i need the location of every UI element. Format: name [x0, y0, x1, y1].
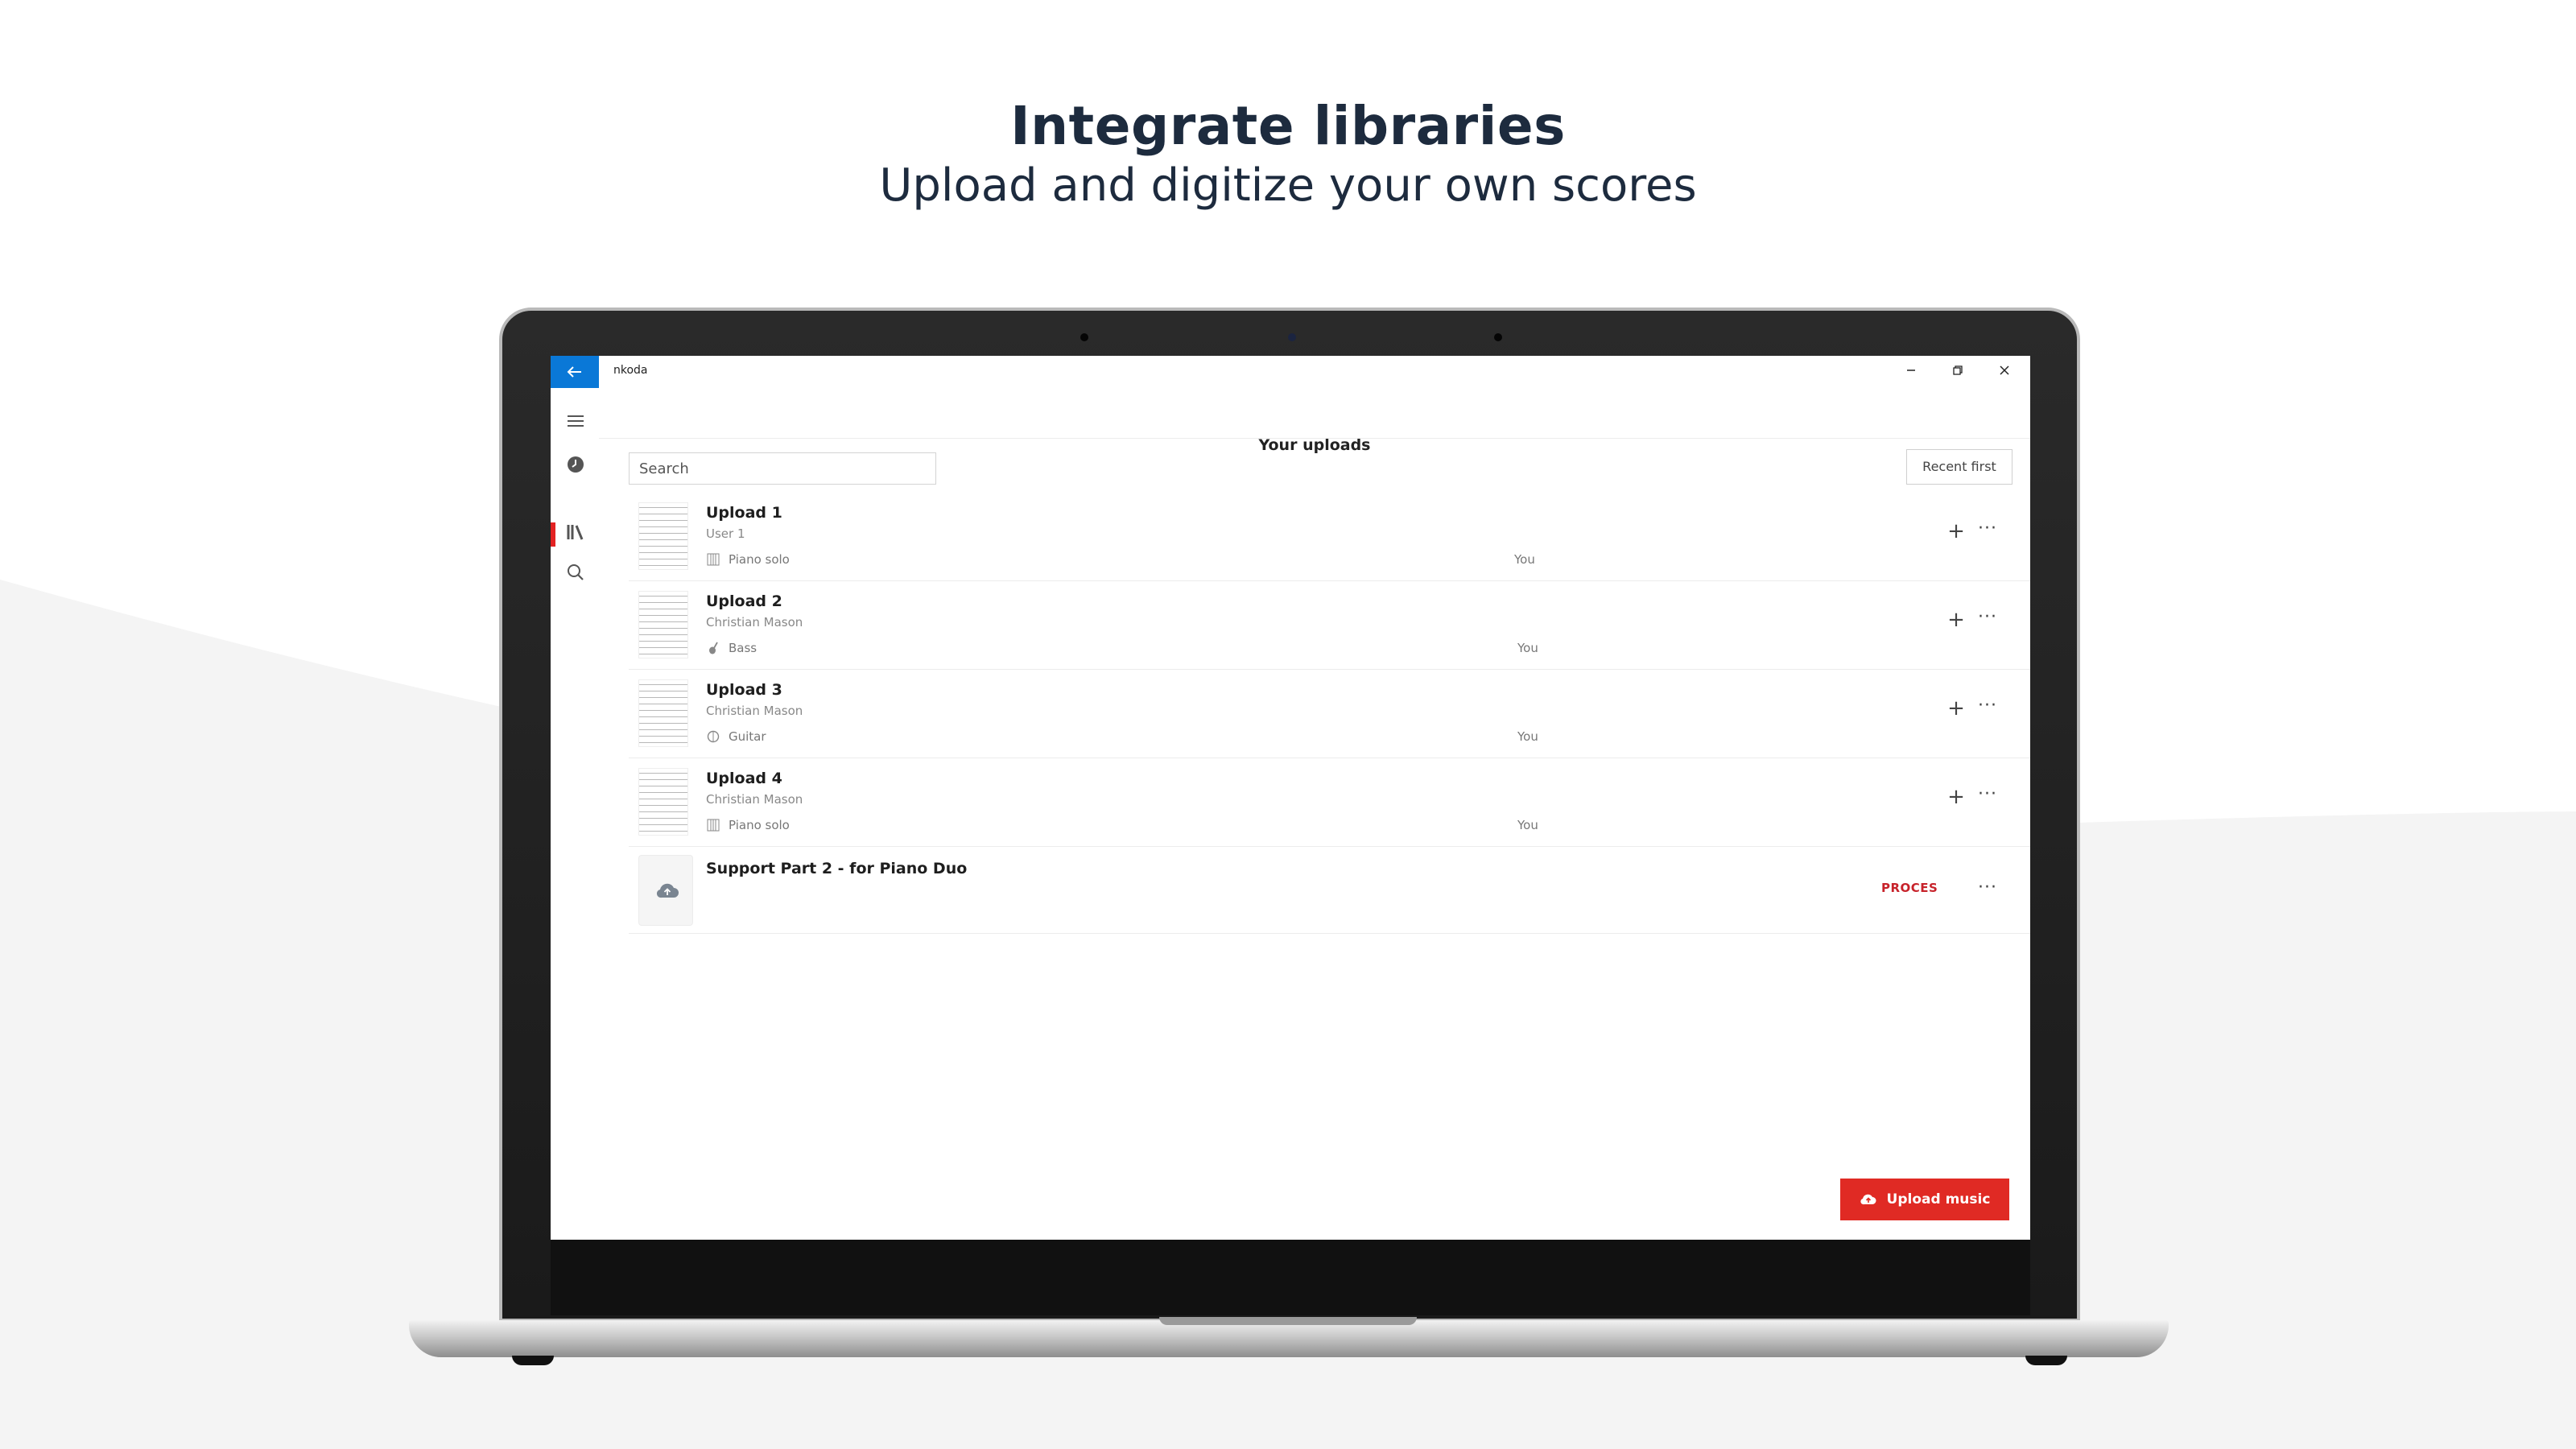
hero-title: Integrate libraries [1010, 95, 1566, 157]
hamburger-menu-icon [568, 415, 584, 427]
upload-instrument: Guitar [706, 729, 766, 744]
page-title: Your uploads [1258, 436, 1371, 454]
header-divider [599, 438, 2030, 439]
status-badge: PROCES [1881, 881, 1938, 895]
hero-subtitle: Upload and digitize your own scores [879, 159, 1697, 212]
more-options-button[interactable]: ··· [1975, 609, 2000, 631]
upload-author: Christian Mason [706, 704, 803, 718]
upload-owner: You [1517, 818, 1538, 832]
upload-instrument: Piano solo [706, 552, 790, 567]
sidebar-item-search[interactable] [565, 564, 586, 584]
sort-button[interactable]: Recent first [1906, 449, 2013, 485]
more-options-button[interactable]: ··· [1975, 879, 2000, 902]
upload-owner: You [1514, 552, 1535, 567]
clock-icon [568, 456, 584, 473]
more-dots-icon: ··· [1978, 607, 1997, 627]
score-thumbnail [638, 591, 688, 658]
upload-title: Upload 1 [706, 504, 782, 522]
more-options-button[interactable]: ··· [1975, 786, 2000, 808]
more-options-button[interactable]: ··· [1975, 697, 2000, 720]
sidebar-item-recent[interactable] [565, 456, 586, 477]
laptop-foot [2025, 1356, 2067, 1365]
instrument-label: Guitar [729, 729, 766, 744]
cloud-upload-icon [1860, 1194, 1876, 1205]
app-window: nkoda Your uploads Recent first [551, 356, 2030, 1240]
piano-icon [706, 819, 720, 832]
laptop-chin [551, 1240, 2030, 1315]
score-thumbnail [638, 768, 688, 836]
cloud-upload-icon [656, 883, 679, 898]
laptop-base [409, 1320, 2169, 1357]
guitar-icon [706, 730, 720, 743]
list-item[interactable]: Upload 2 Christian Mason Bass You + ··· [629, 581, 2030, 670]
restore-button[interactable] [1942, 361, 1974, 383]
instrument-label: Piano solo [729, 552, 790, 567]
list-item-processing[interactable]: Support Part 2 - for Piano Duo PROCES ··… [629, 847, 2030, 934]
instrument-label: Bass [729, 641, 758, 655]
score-thumbnail [638, 502, 688, 570]
more-dots-icon: ··· [1978, 696, 1997, 716]
sidebar-item-menu[interactable] [565, 412, 586, 433]
upload-placeholder-thumbnail [638, 855, 693, 926]
back-button[interactable] [551, 356, 599, 388]
restore-icon [1953, 365, 1963, 375]
upload-title: Upload 3 [706, 681, 782, 699]
piano-icon [706, 553, 720, 566]
sidebar-active-indicator [551, 522, 555, 547]
add-button[interactable]: + [1945, 697, 1967, 720]
search-input[interactable] [629, 452, 936, 485]
minimize-button[interactable] [1895, 361, 1927, 383]
minimize-icon [1907, 369, 1915, 371]
more-dots-icon: ··· [1978, 518, 1997, 539]
camera-dot [1080, 333, 1088, 341]
more-dots-icon: ··· [1978, 877, 1997, 898]
close-button[interactable] [1988, 361, 2021, 383]
upload-owner: You [1517, 641, 1538, 655]
upload-owner: You [1517, 729, 1538, 744]
title-bar: nkoda [551, 356, 2030, 388]
add-button[interactable]: + [1945, 786, 1967, 808]
plus-icon: + [1947, 519, 1965, 543]
close-icon [2000, 365, 2009, 375]
sidebar-item-library[interactable] [565, 523, 586, 544]
upload-author: Christian Mason [706, 792, 803, 807]
arrow-left-icon [567, 366, 581, 378]
laptop-foot [512, 1356, 554, 1365]
upload-title: Upload 2 [706, 592, 782, 610]
more-dots-icon: ··· [1978, 784, 1997, 804]
list-item[interactable]: Upload 3 Christian Mason Guitar You + ··… [629, 670, 2030, 758]
add-button[interactable]: + [1945, 609, 1967, 631]
camera-dot [1494, 333, 1502, 341]
add-button[interactable]: + [1945, 520, 1967, 543]
library-icon [567, 525, 584, 540]
list-item[interactable]: Upload 4 Christian Mason Piano solo You … [629, 758, 2030, 847]
more-options-button[interactable]: ··· [1975, 520, 2000, 543]
camera-lens [1288, 333, 1296, 341]
app-name: nkoda [613, 364, 648, 377]
search-icon [568, 564, 584, 580]
plus-icon: + [1947, 785, 1965, 809]
upload-title: Support Part 2 - for Piano Duo [706, 860, 968, 877]
instrument-label: Piano solo [729, 818, 790, 832]
bass-icon [706, 642, 720, 654]
upload-music-button[interactable]: Upload music [1840, 1179, 2009, 1220]
list-item[interactable]: Upload 1 User 1 Piano solo You + ··· [629, 493, 2030, 581]
upload-instrument: Bass [706, 641, 757, 655]
sidebar [551, 388, 599, 1240]
upload-music-label: Upload music [1886, 1191, 1991, 1208]
upload-author: Christian Mason [706, 615, 803, 630]
score-thumbnail [638, 679, 688, 747]
plus-icon: + [1947, 608, 1965, 632]
upload-instrument: Piano solo [706, 818, 790, 832]
upload-title: Upload 4 [706, 770, 782, 787]
laptop-notch [1159, 1317, 1417, 1325]
plus-icon: + [1947, 696, 1965, 720]
upload-author: User 1 [706, 526, 745, 541]
